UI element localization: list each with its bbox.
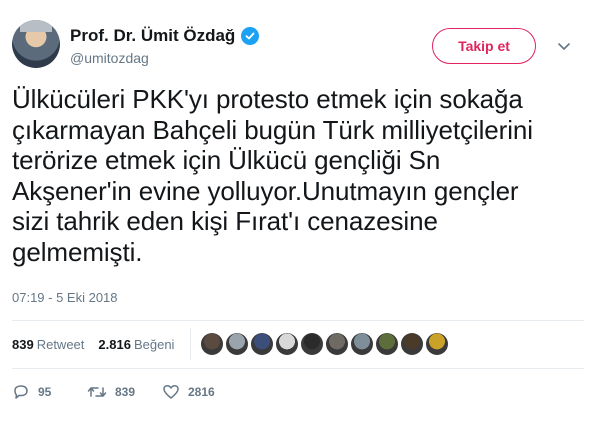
divider	[12, 320, 584, 321]
display-name[interactable]: Prof. Dr. Ümit Özdağ	[70, 26, 235, 46]
tweet-text-line: sizi tahrik eden kişi Fırat'ı cenazesine	[12, 206, 438, 237]
liker-avatar[interactable]	[426, 333, 449, 355]
reply-icon	[12, 383, 30, 401]
retweet-stat-label: Retweet	[36, 336, 85, 352]
retweet-icon	[87, 383, 107, 401]
chevron-down-icon[interactable]	[554, 36, 574, 56]
liker-avatar[interactable]	[201, 333, 224, 355]
liker-avatar[interactable]	[276, 333, 299, 355]
verified-badge-icon	[241, 27, 260, 45]
liker-avatar[interactable]	[326, 333, 349, 355]
retweet-count: 839	[115, 385, 136, 399]
tweet-text-line: gelmemişti.	[12, 236, 143, 267]
retweet-stat[interactable]: 839 Retweet	[12, 337, 84, 352]
tweet-text-line: Akşener'in evine yolluyor.Unutmayın genç…	[12, 175, 519, 206]
avatar[interactable]	[12, 20, 60, 68]
heart-icon	[162, 383, 180, 401]
divider	[12, 368, 584, 369]
tweet-timestamp[interactable]: 07:19 - 5 Eki 2018	[12, 290, 118, 305]
liker-avatar[interactable]	[301, 333, 324, 355]
liker-avatars	[201, 333, 449, 355]
reply-button[interactable]: 95	[12, 383, 87, 401]
liker-avatar[interactable]	[401, 333, 424, 355]
tweet-text-line: terörize etmek için Ülkücü gençliği Sn	[12, 145, 441, 176]
retweet-stat-count: 839	[12, 336, 34, 352]
tweet-text: Ülkücüleri PKK'yı protesto etmek için so…	[12, 84, 584, 268]
follow-button[interactable]: Takip et	[432, 28, 536, 64]
engagement-stats: 839 Retweet 2.816 Beğeni	[12, 328, 449, 360]
liker-avatar[interactable]	[376, 333, 399, 355]
tweet-text-line: Ülkücüleri PKK'yı protesto etmek için so…	[12, 84, 523, 114]
like-stat[interactable]: 2.816 Beğeni	[98, 337, 174, 352]
reply-count: 95	[38, 385, 52, 399]
divider	[190, 328, 192, 360]
liker-avatar[interactable]	[226, 333, 249, 355]
liker-avatar[interactable]	[251, 333, 274, 355]
retweet-button[interactable]: 839	[87, 383, 162, 401]
tweet-card: Prof. Dr. Ümit Özdağ @umitozdag Takip et…	[0, 0, 596, 425]
like-stat-label: Beğeni	[133, 336, 175, 352]
liker-avatar[interactable]	[351, 333, 374, 355]
tweet-text-line: çıkarmayan Bahçeli bugün Türk milliyetçi…	[12, 114, 533, 145]
tweet-header: Prof. Dr. Ümit Özdağ @umitozdag Takip et	[12, 20, 584, 76]
like-button[interactable]: 2816	[162, 383, 237, 401]
user-handle[interactable]: @umitozdag	[70, 50, 149, 66]
like-stat-count: 2.816	[98, 336, 131, 352]
tweet-actions: 95 839 2816	[12, 380, 237, 404]
author-name-row[interactable]: Prof. Dr. Ümit Özdağ	[70, 26, 260, 46]
like-count: 2816	[188, 385, 215, 399]
